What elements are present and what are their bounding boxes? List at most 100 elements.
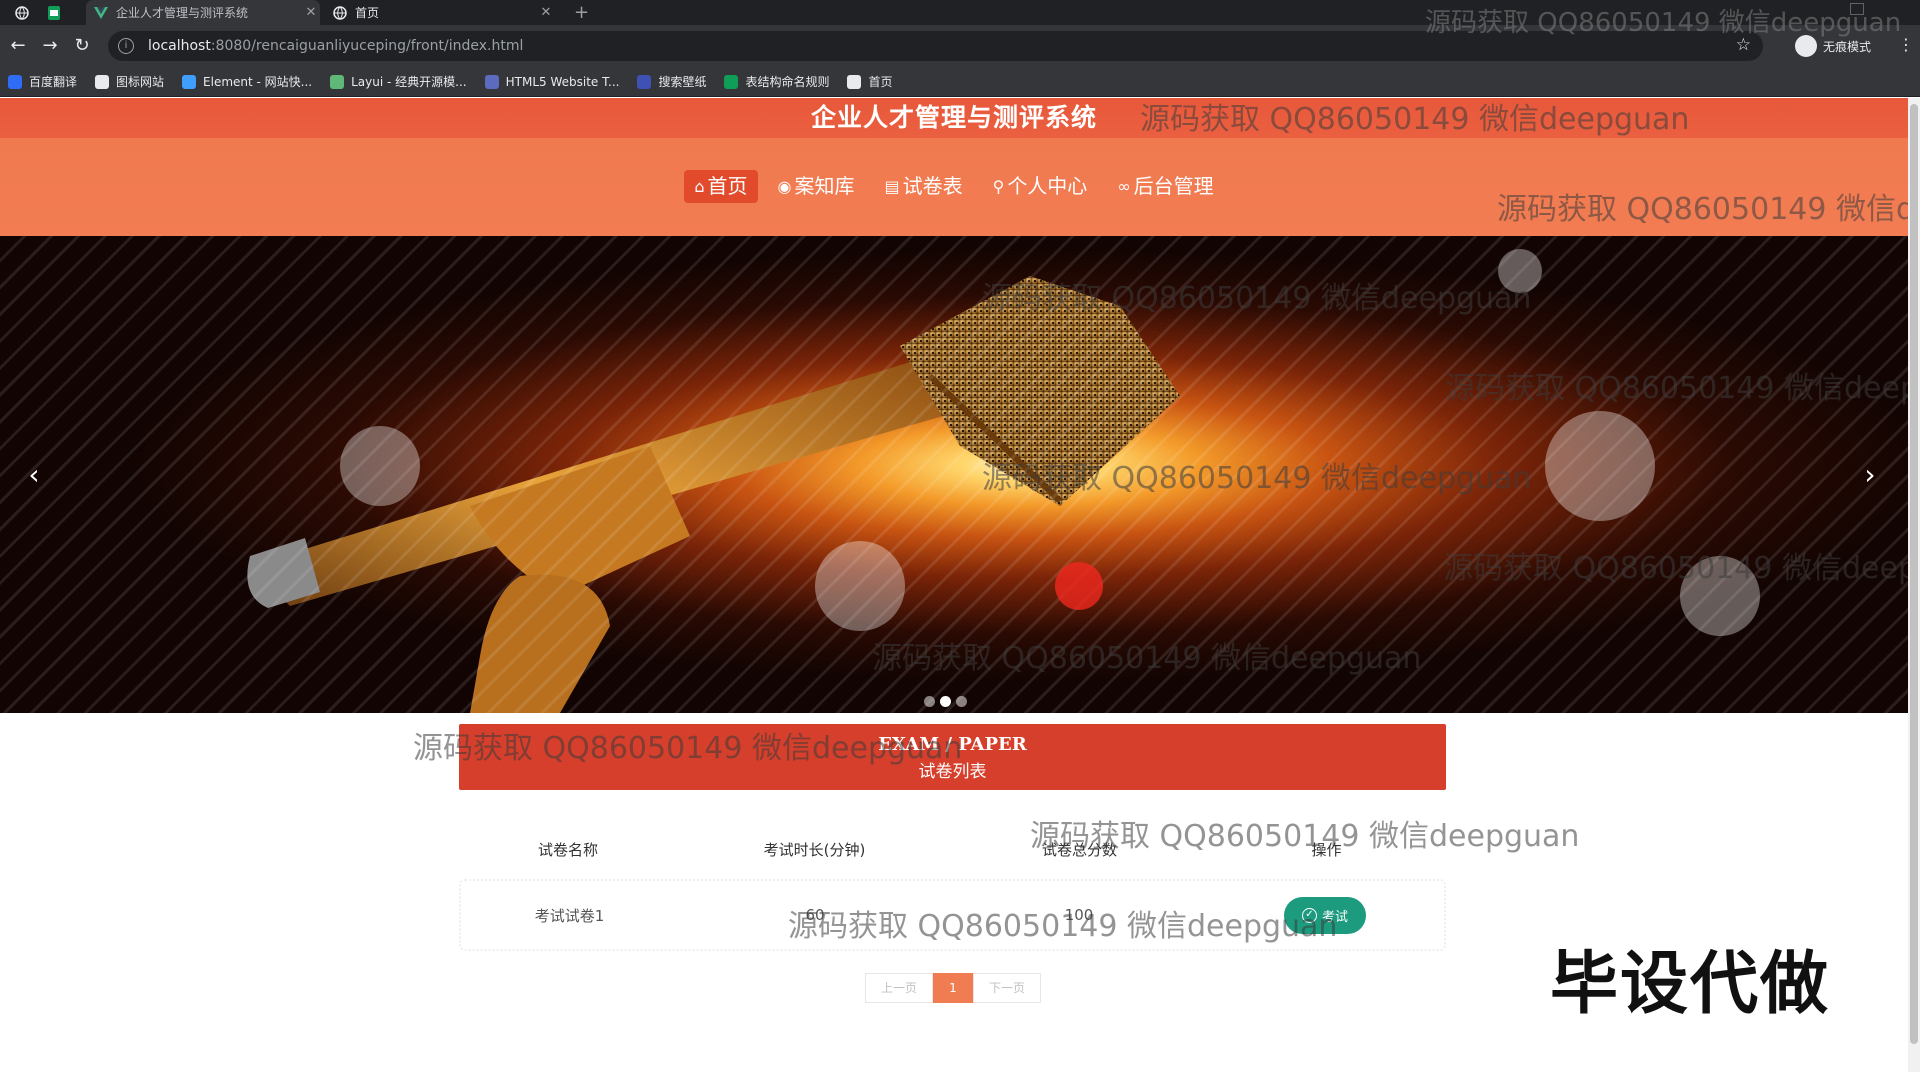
take-exam-button[interactable]: ✓ 考试	[1283, 896, 1366, 934]
incognito-label: 无痕模式	[1823, 39, 1872, 54]
bookmark-item[interactable]: 搜索壁纸	[637, 73, 706, 90]
current-page-button[interactable]: 1	[933, 973, 973, 1003]
bookmark-item[interactable]: HTML5 Website T...	[484, 74, 620, 89]
globe-icon: ◉	[777, 177, 792, 196]
bookmark-item[interactable]: 表结构命名规则	[724, 73, 829, 90]
carousel-indicators	[924, 696, 967, 707]
back-arrow-icon[interactable]: ←	[8, 36, 28, 56]
carousel: ‹ ›	[0, 236, 1908, 713]
bookmark-item[interactable]: Layui - 经典开源模...	[330, 73, 467, 90]
prev-page-button[interactable]: 上一页	[865, 973, 933, 1003]
new-tab-icon[interactable]: +	[574, 0, 589, 25]
banner-stripes	[0, 236, 1908, 713]
info-icon[interactable]: i	[118, 38, 134, 54]
column-header-name: 试卷名称	[537, 841, 598, 859]
carousel-prev-arrow[interactable]: ‹	[19, 458, 49, 492]
nav-item-1[interactable]: ◉ 案知库	[768, 170, 865, 203]
restore-window-icon[interactable]	[1850, 3, 1864, 15]
globe-icon	[15, 5, 29, 20]
bookmark-favicon-icon	[95, 74, 110, 89]
page-scrollbar[interactable]	[1908, 98, 1920, 1072]
browser-window: 企业人才管理与测评系统 ✕ 首页 ✕ + ← → ↻ i localhost:8…	[0, 0, 1920, 1072]
nav-item-0[interactable]: ⌂ 首页	[684, 170, 758, 203]
site-header: 企业人才管理与测评系统 ⌂ 首页 ◉ 案知库 ▤ 试卷表 ⚲ 个人中心 ∞ 后台管理	[0, 98, 1908, 236]
nav-item-label: 首页	[707, 174, 748, 198]
exam-name: 考试试卷1	[534, 906, 605, 925]
nav-item-4[interactable]: ∞ 后台管理	[1107, 170, 1223, 203]
bookmark-item[interactable]: 百度翻译	[8, 73, 77, 90]
bookmark-item[interactable]: 图标网站	[95, 73, 164, 90]
reload-icon[interactable]: ↻	[72, 36, 92, 56]
bookmarks-bar: 百度翻译 图标网站 Element - 网站快... Layui - 经典开源模...…	[0, 67, 1920, 97]
forward-arrow-icon[interactable]: →	[40, 36, 60, 56]
tab-pinned-sheet[interactable]	[48, 0, 74, 25]
bookmark-label: Layui - 经典开源模...	[351, 75, 467, 89]
stamp-text: 毕设代做	[1550, 945, 1831, 1024]
address-bar[interactable]: i localhost:8080/rencaiguanliyuceping/fr…	[108, 31, 1763, 61]
bookmark-favicon-icon	[847, 74, 862, 89]
tab-home[interactable]: 首页 ✕	[325, 0, 555, 25]
bookmark-label: 图标网站	[116, 75, 165, 89]
bookmark-item[interactable]: Element - 网站快...	[182, 73, 312, 90]
tab-title: 首页	[355, 6, 380, 20]
carousel-next-arrow[interactable]: ›	[1855, 458, 1885, 492]
bookmark-label: 首页	[868, 75, 893, 89]
close-icon[interactable]: ✕	[537, 5, 555, 20]
url-path: :8080/rencaiguanliyuceping/front/index.h…	[210, 38, 524, 54]
carousel-dot[interactable]	[956, 696, 967, 707]
url-host: localhost	[148, 38, 211, 54]
next-page-button[interactable]: 下一页	[973, 973, 1041, 1003]
bookmark-label: 搜索壁纸	[658, 75, 707, 89]
more-menu-icon[interactable]: ⋮	[1898, 35, 1914, 54]
bookmark-favicon-icon	[724, 74, 739, 89]
scrollbar-thumb[interactable]	[1910, 104, 1918, 1044]
link-icon: ∞	[1117, 177, 1131, 196]
section-title-en: EXAM / PAPER	[878, 734, 1027, 755]
bookmark-favicon-icon	[637, 74, 652, 89]
address-toolbar: ← → ↻ i localhost:8080/rencaiguanliyucep…	[0, 25, 1920, 67]
section-title-zh: 试卷列表	[918, 762, 987, 782]
tab-title: 企业人才管理与测评系统	[116, 6, 249, 20]
site-title: 企业人才管理与测评系统	[810, 103, 1097, 132]
home-icon: ⌂	[694, 177, 705, 196]
bookmark-favicon-icon	[8, 74, 22, 89]
nav-item-label: 个人中心	[1007, 174, 1088, 198]
exam-duration: 60	[805, 906, 825, 924]
globe-icon	[333, 5, 347, 20]
take-exam-label: 考试	[1321, 909, 1348, 925]
nav-item-label: 试卷表	[902, 174, 963, 198]
bookmark-favicon-icon	[484, 74, 499, 89]
close-icon[interactable]: ✕	[302, 5, 320, 20]
vue-logo-icon	[94, 6, 108, 19]
check-circle-icon: ✓	[1301, 907, 1317, 923]
nav-item-2[interactable]: ▤ 试卷表	[874, 170, 972, 203]
tab-strip: 企业人才管理与测评系统 ✕ 首页 ✕ +	[0, 0, 1920, 25]
bookmark-label: 百度翻译	[29, 75, 78, 89]
column-header-action: 操作	[1311, 841, 1342, 859]
user-icon: ⚲	[992, 177, 1005, 196]
exam-total-score: 100	[1064, 906, 1094, 924]
bookmark-item[interactable]: 首页	[847, 73, 893, 90]
main-nav: ⌂ 首页 ◉ 案知库 ▤ 试卷表 ⚲ 个人中心 ∞ 后台管理	[0, 170, 1908, 203]
table-header: 试卷名称 考试时长(分钟) 试卷总分数 操作	[459, 835, 1446, 865]
bookmark-label: HTML5 Website T...	[505, 74, 620, 89]
tab-app[interactable]: 企业人才管理与测评系统 ✕	[86, 0, 320, 25]
paper-icon: ▤	[884, 177, 900, 196]
pagination: 上一页 1 下一页	[865, 973, 1041, 1003]
bookmark-star-icon[interactable]: ☆	[1736, 35, 1751, 55]
nav-item-label: 案知库	[794, 174, 855, 198]
tab-pinned-globe[interactable]	[15, 0, 45, 25]
nav-item-3[interactable]: ⚲ 个人中心	[983, 170, 1098, 203]
carousel-dot[interactable]	[940, 696, 951, 707]
bookmark-label: 表结构命名规则	[745, 75, 830, 89]
incognito-indicator[interactable]: 无痕模式	[1795, 35, 1871, 57]
page: 企业人才管理与测评系统 ⌂ 首页 ◉ 案知库 ▤ 试卷表 ⚲ 个人中心 ∞ 后台管理	[0, 98, 1908, 1072]
bookmark-favicon-icon	[330, 74, 345, 89]
column-header-total: 试卷总分数	[1041, 841, 1117, 859]
exam-section-header: EXAM / PAPER 试卷列表	[459, 724, 1446, 790]
table-row: 考试试卷1 60 100 ✓ 考试	[459, 879, 1446, 951]
bookmark-label: Element - 网站快...	[203, 75, 313, 89]
mouse-cursor-highlight	[1055, 562, 1103, 610]
carousel-dot[interactable]	[924, 696, 935, 707]
exam-action-cell: ✓ 考试	[1206, 896, 1444, 934]
